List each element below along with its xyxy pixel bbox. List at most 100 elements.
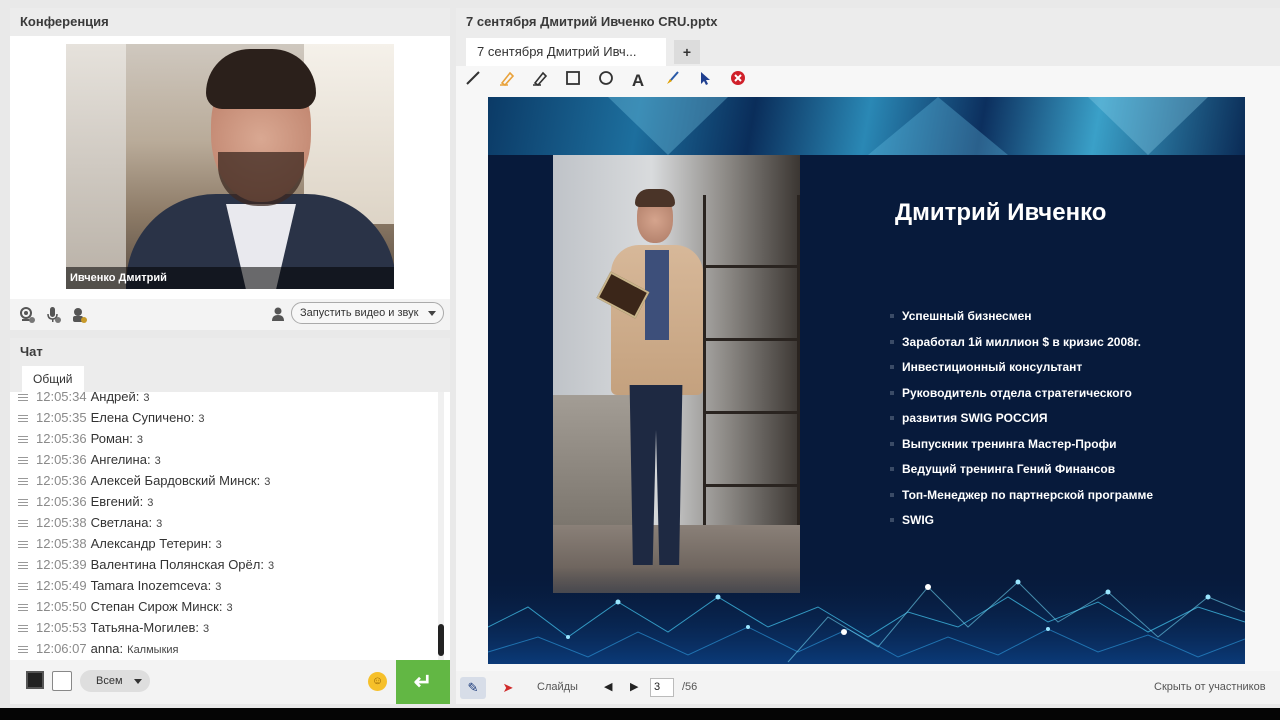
message-author: anna: bbox=[90, 641, 124, 656]
message-menu-icon[interactable] bbox=[18, 519, 28, 528]
slide-bullet: Выпускник тренинга Мастер-Профи bbox=[890, 432, 1190, 458]
draw-mode-icon[interactable]: ✎ bbox=[460, 677, 486, 699]
message-text: 3 bbox=[264, 476, 271, 488]
message-time: 12:05:38 bbox=[36, 515, 87, 530]
message-menu-icon[interactable] bbox=[18, 477, 28, 486]
message-menu-icon[interactable] bbox=[18, 435, 28, 444]
chevron-down-icon bbox=[428, 311, 436, 316]
chat-message-list[interactable]: 12:05:34 Андрей: 3 12:05:35 Елена Супичено:… bbox=[10, 392, 450, 660]
hide-from-participants-button[interactable]: Скрыть от участников bbox=[1154, 671, 1266, 704]
chat-tabs: Общий bbox=[10, 366, 450, 392]
message-menu-icon[interactable] bbox=[18, 393, 28, 402]
pencil-icon[interactable] bbox=[529, 70, 551, 92]
photo-dresser bbox=[553, 395, 633, 525]
message-menu-icon[interactable] bbox=[18, 561, 28, 570]
message-text: 3 bbox=[147, 497, 154, 509]
chat-message: 12:05:36 Роман: 3 bbox=[18, 428, 143, 449]
slide-speaker-name: Дмитрий Ивченко bbox=[895, 199, 1107, 226]
message-menu-icon[interactable] bbox=[18, 456, 28, 465]
total-pages: /56 bbox=[682, 681, 698, 693]
slide-bullet: Успешный бизнесмен bbox=[890, 304, 1190, 330]
message-time: 12:05:36 bbox=[36, 494, 87, 509]
tab-general[interactable]: Общий bbox=[22, 366, 84, 392]
conference-controls: Запустить видео и звук bbox=[10, 299, 450, 330]
text-color-picker[interactable] bbox=[26, 671, 44, 689]
screen-bottom-strip bbox=[0, 708, 1280, 720]
chat-message: 12:05:36 Евгений: 3 bbox=[18, 491, 153, 512]
chat-title: Чат bbox=[10, 338, 450, 366]
text-icon[interactable]: A bbox=[627, 70, 649, 92]
message-text: Калмыкия bbox=[127, 644, 179, 656]
message-text: 3 bbox=[215, 581, 222, 593]
slide-bullet: Руководитель отдела стратегического bbox=[890, 381, 1190, 407]
message-time: 12:05:34 bbox=[36, 392, 87, 404]
line-icon[interactable] bbox=[462, 70, 484, 92]
circle-icon[interactable] bbox=[595, 70, 617, 92]
chevron-down-icon bbox=[134, 679, 142, 684]
video-area: Ивченко Дмитрий bbox=[10, 36, 450, 299]
message-text: 3 bbox=[143, 392, 150, 404]
message-menu-icon[interactable] bbox=[18, 603, 28, 612]
slide-facet bbox=[1088, 97, 1208, 155]
chat-message: 12:05:49 Tamara Inozemceva: 3 bbox=[18, 575, 221, 596]
webcam-settings-icon[interactable] bbox=[18, 306, 36, 324]
slide-bullet: Заработал 1й миллион $ в кризис 2008г. bbox=[890, 330, 1190, 356]
background-color-picker[interactable] bbox=[52, 671, 72, 691]
slide-bullet: развития SWIG РОССИЯ bbox=[890, 406, 1190, 432]
pointer-icon[interactable] bbox=[694, 70, 716, 92]
message-time: 12:05:38 bbox=[36, 536, 87, 551]
slide-bullet-list: Успешный бизнесмен Заработал 1й миллион … bbox=[890, 304, 1190, 534]
video-feed[interactable]: Ивченко Дмитрий bbox=[66, 44, 394, 289]
send-button[interactable]: ↵ bbox=[396, 660, 450, 704]
photo-hair bbox=[635, 189, 675, 207]
message-author: Андрей: bbox=[90, 392, 140, 404]
chat-scroll-thumb[interactable] bbox=[438, 624, 444, 656]
add-tab-button[interactable]: + bbox=[674, 40, 700, 64]
message-text: 3 bbox=[154, 455, 161, 467]
message-time: 12:05:35 bbox=[36, 410, 87, 425]
clear-icon[interactable] bbox=[727, 70, 749, 92]
start-video-audio-dropdown[interactable]: Запустить видео и звук bbox=[291, 302, 444, 324]
next-slide-icon[interactable]: ▶ bbox=[630, 671, 638, 704]
message-text: 3 bbox=[226, 602, 233, 614]
chat-message: 12:05:36 Алексей Бардовский Минск: 3 bbox=[18, 470, 270, 491]
message-author: Светлана: bbox=[90, 515, 153, 530]
message-time: 12:05:39 bbox=[36, 557, 87, 572]
brush-icon[interactable] bbox=[661, 70, 683, 92]
recipient-dropdown[interactable]: Всем bbox=[80, 670, 150, 692]
message-author: Татьяна-Могилев: bbox=[90, 620, 199, 635]
page-number-input[interactable]: 3 bbox=[650, 678, 674, 697]
message-menu-icon[interactable] bbox=[18, 414, 28, 423]
tab-presentation[interactable]: 7 сентября Дмитрий Ивч... bbox=[466, 38, 666, 66]
message-time: 12:05:53 bbox=[36, 620, 87, 635]
chat-message: 12:05:50 Степан Сирож Минск: 3 bbox=[18, 596, 233, 617]
microphone-settings-icon[interactable] bbox=[44, 306, 62, 324]
chat-message: 12:05:36 Ангелина: 3 bbox=[18, 449, 161, 470]
speaker-settings-icon[interactable] bbox=[70, 306, 88, 324]
message-author: Евгений: bbox=[90, 494, 144, 509]
slide-network-pattern bbox=[488, 567, 1245, 664]
video-speaker-label: Ивченко Дмитрий bbox=[66, 267, 394, 289]
slide-canvas[interactable]: Дмитрий Ивченко Успешный бизнесмен Зараб… bbox=[488, 97, 1245, 664]
message-menu-icon[interactable] bbox=[18, 540, 28, 549]
user-icon bbox=[272, 307, 284, 321]
video-background-wall bbox=[66, 44, 126, 289]
message-text: 3 bbox=[202, 623, 210, 635]
presentation-tabs: 7 сентября Дмитрий Ивч... + bbox=[456, 36, 1280, 66]
emoji-icon[interactable]: ☺ bbox=[368, 672, 387, 691]
slide-bullet: Инвестиционный консультант bbox=[890, 355, 1190, 381]
message-menu-icon[interactable] bbox=[18, 582, 28, 591]
rectangle-icon[interactable] bbox=[562, 70, 584, 92]
chat-scrollbar[interactable] bbox=[438, 392, 444, 660]
message-menu-icon[interactable] bbox=[18, 645, 28, 654]
highlighter-icon[interactable] bbox=[496, 70, 518, 92]
previous-slide-icon[interactable]: ◀ bbox=[604, 671, 612, 704]
message-menu-icon[interactable] bbox=[18, 624, 28, 633]
slides-button[interactable]: Слайды bbox=[537, 671, 578, 704]
app-window: Конференция Ивченко Дмитрий Запустить ви… bbox=[0, 0, 1280, 708]
message-menu-icon[interactable] bbox=[18, 498, 28, 507]
conference-panel: Конференция Ивченко Дмитрий Запустить ви… bbox=[10, 8, 450, 330]
cursor-mode-icon[interactable]: ➤ bbox=[500, 677, 516, 699]
message-author: Степан Сирож Минск: bbox=[90, 599, 223, 614]
chat-panel: Чат Общий 12:05:34 Андрей: 3 12:05:35 Елена… bbox=[10, 338, 450, 704]
